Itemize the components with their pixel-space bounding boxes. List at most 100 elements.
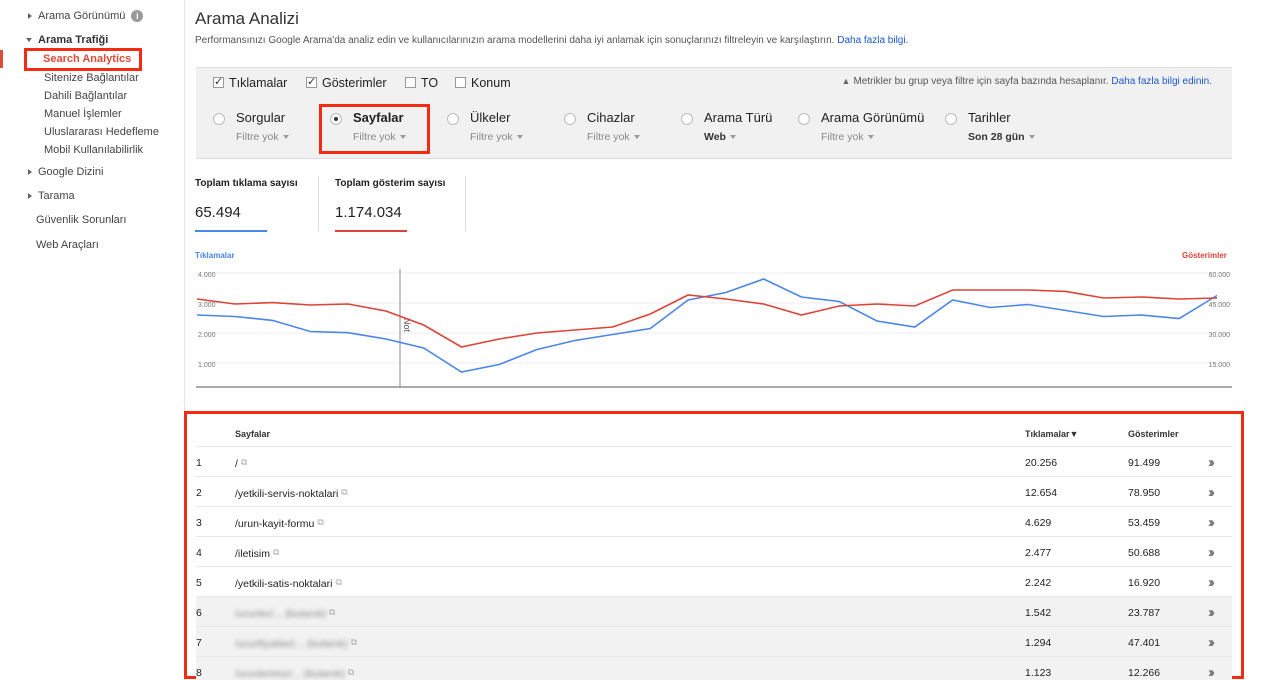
radio-icon[interactable] (798, 113, 810, 125)
external-link-icon[interactable]: ⧉ (351, 637, 357, 647)
sidebar-item-security-issues[interactable]: Güvenlik Sorunları (36, 214, 127, 226)
performance-chart[interactable]: 4.000 60.000 3.000 45.000 2.000 30.000 1.000 15… (196, 266, 1232, 388)
table-row[interactable]: 7/urunfiyatlari/... (bulanık) ⧉ 1.294 47.40… (196, 626, 1232, 656)
double-chevron-right-icon[interactable]: ›› (1208, 574, 1215, 591)
table-row[interactable]: 1 /⧉ 20.256 91.499 ›› (196, 446, 1232, 476)
chart-right-axis-label: Gösterimler (1182, 251, 1227, 260)
external-link-icon[interactable]: ⧉ (348, 667, 354, 677)
sidebar-item-mobile-usability[interactable]: Mobil Kullanılabilirlik (44, 144, 143, 156)
total-impressions-label: Toplam gösterim sayısı (335, 178, 446, 189)
row-page-url[interactable]: /urunlerimiz/... (bulanık) (235, 668, 345, 680)
double-chevron-right-icon[interactable]: ›› (1208, 664, 1215, 680)
sidebar-item-label: Arama Görünümü (38, 10, 126, 22)
clicks-series-line (196, 278, 1218, 373)
row-page[interactable]: / ⧉ (235, 457, 247, 470)
radio-icon[interactable] (945, 113, 957, 125)
metric-impressions-checkbox[interactable]: Gösterimler (306, 75, 387, 90)
dimension-filter-dropdown[interactable]: Filtre yok (470, 131, 523, 143)
row-page[interactable]: /urunfiyatlari/... (bulanık) ⧉ (235, 637, 357, 650)
dimension-filter-dropdown[interactable]: Filtre yok (587, 131, 640, 143)
double-chevron-right-icon[interactable]: ›› (1208, 514, 1215, 531)
table-row[interactable]: 8/urunlerimiz/... (bulanık) ⧉ 1.123 12.266 ›… (196, 656, 1232, 680)
row-page[interactable]: /urun-kayit-formu ⧉ (235, 517, 324, 530)
sidebar-item-web-tools[interactable]: Web Araçları (36, 239, 99, 251)
checkbox-icon[interactable] (455, 77, 466, 88)
double-chevron-right-icon[interactable]: ›› (1208, 484, 1215, 501)
external-link-icon[interactable]: ⧉ (317, 517, 323, 527)
column-header-pages[interactable]: Sayfalar (235, 429, 270, 439)
radio-icon[interactable] (213, 113, 225, 125)
checkbox-icon[interactable] (306, 75, 317, 88)
sidebar-item-label: Sitenize Bağlantılar (44, 72, 139, 84)
row-clicks: 12.654 (1025, 487, 1058, 499)
checkbox-icon[interactable] (213, 75, 224, 88)
dimension-filter-dropdown[interactable]: Filtre yok (821, 131, 874, 143)
double-chevron-right-icon[interactable]: ›› (1208, 604, 1215, 621)
table-row[interactable]: 4/iletisim ⧉ 2.477 50.688 ›› (196, 536, 1232, 566)
sidebar-item-google-index[interactable]: Google Dizini (28, 166, 103, 178)
sort-desc-icon: ▼ (1069, 429, 1079, 439)
dimension-filter-dropdown[interactable]: Web (704, 131, 736, 143)
column-header-impressions[interactable]: Gösterimler (1128, 429, 1179, 439)
row-page[interactable]: /yetkili-servis-noktalari ⧉ (235, 487, 348, 500)
row-page-url[interactable]: /urunler/... (bulanık) (235, 608, 326, 620)
chevron-right-icon (28, 193, 32, 200)
metric-position-checkbox[interactable]: Konum (455, 76, 511, 90)
row-page-url[interactable]: /iletisim (235, 548, 270, 560)
row-page[interactable]: /urunlerimiz/... (bulanık) ⧉ (235, 667, 354, 680)
column-header-clicks[interactable]: Tıklamalar▼ (1025, 429, 1078, 439)
learn-more-link[interactable]: Daha fazla bilgi edinin. (1111, 76, 1212, 87)
sidebar-item-manual-actions[interactable]: Manuel İşlemler (44, 108, 122, 120)
table-row[interactable]: 5/yetkili-satis-noktalari ⧉ 2.242 16.920 ›› (196, 566, 1232, 596)
total-impressions-card[interactable]: Toplam gösterim sayısı 1.174.034 (335, 178, 446, 232)
dimension-filter-dropdown[interactable]: Filtre yok (236, 131, 289, 143)
dimension-label: Arama Görünümü (821, 110, 925, 125)
row-page[interactable]: /urunler/... (bulanık) ⧉ (235, 607, 335, 620)
sidebar-item-search-analytics[interactable]: Search Analytics (24, 48, 142, 71)
table-row[interactable]: 2/yetkili-servis-noktalari ⧉ 12.654 78.950 ›… (196, 476, 1232, 506)
double-chevron-right-icon[interactable]: ›› (1208, 634, 1215, 651)
row-page-url[interactable]: /yetkili-servis-noktalari (235, 488, 338, 500)
caret-down-icon (1028, 135, 1035, 139)
double-chevron-right-icon[interactable]: ›› (1208, 544, 1215, 561)
row-page-url[interactable]: /urunfiyatlari/... (bulanık) (235, 638, 348, 650)
external-link-icon[interactable]: ⧉ (241, 457, 247, 467)
double-chevron-right-icon[interactable]: ›› (1208, 454, 1215, 471)
sidebar-item-search-appearance[interactable]: Arama Görünümü i (28, 10, 144, 23)
sidebar-item-internal-links[interactable]: Dahili Bağlantılar (44, 90, 127, 102)
metric-clicks-checkbox[interactable]: Tıklamalar (213, 75, 287, 90)
clicks-color-line (195, 230, 267, 232)
radio-icon[interactable] (447, 113, 459, 125)
row-impressions: 50.688 (1128, 547, 1161, 559)
external-link-icon[interactable]: ⧉ (329, 607, 335, 617)
row-page-url[interactable]: /yetkili-satis-noktalari (235, 578, 332, 590)
radio-icon[interactable] (681, 113, 693, 125)
row-page[interactable]: /yetkili-satis-noktalari ⧉ (235, 577, 342, 590)
sidebar-item-label: Arama Trafiği (38, 34, 109, 46)
row-page-url[interactable]: / (235, 458, 238, 470)
info-icon[interactable]: i (131, 10, 144, 23)
row-page[interactable]: /iletisim ⧉ (235, 547, 279, 560)
external-link-icon[interactable]: ⧉ (335, 577, 341, 587)
impressions-color-line (335, 230, 407, 232)
external-link-icon[interactable]: ⧉ (341, 487, 347, 497)
dimension-filter-dropdown[interactable]: Son 28 gün (968, 131, 1035, 143)
sidebar-item-crawl[interactable]: Tarama (28, 190, 75, 202)
table-row[interactable]: 6/urunler/... (bulanık) ⧉ 1.542 23.787 ›› (196, 596, 1232, 626)
row-clicks: 4.629 (1025, 517, 1052, 529)
learn-more-link[interactable]: Daha fazla bilgi. (837, 35, 908, 46)
checkbox-icon[interactable] (405, 77, 416, 88)
table-row[interactable]: 3/urun-kayit-formu ⧉ 4.629 53.459 ›› (196, 506, 1232, 536)
impressions-series-line (196, 289, 1218, 348)
sidebar-item-links-to-site[interactable]: Sitenize Bağlantılar (44, 72, 139, 84)
sidebar-item-search-traffic[interactable]: Arama Trafiği (26, 34, 108, 46)
pages-highlight-box (319, 104, 430, 154)
total-clicks-card[interactable]: Toplam tıklama sayısı 65.494 (195, 178, 298, 232)
metric-ctr-checkbox[interactable]: TO (405, 76, 438, 90)
external-link-icon[interactable]: ⧉ (273, 547, 279, 557)
row-page-url[interactable]: /urun-kayit-formu (235, 518, 314, 530)
sidebar-item-international-targeting[interactable]: Uluslararası Hedefleme (44, 126, 159, 138)
caret-down-icon (729, 135, 736, 139)
radio-icon[interactable] (564, 113, 576, 125)
sidebar-item-label: Güvenlik Sorunları (36, 214, 127, 226)
